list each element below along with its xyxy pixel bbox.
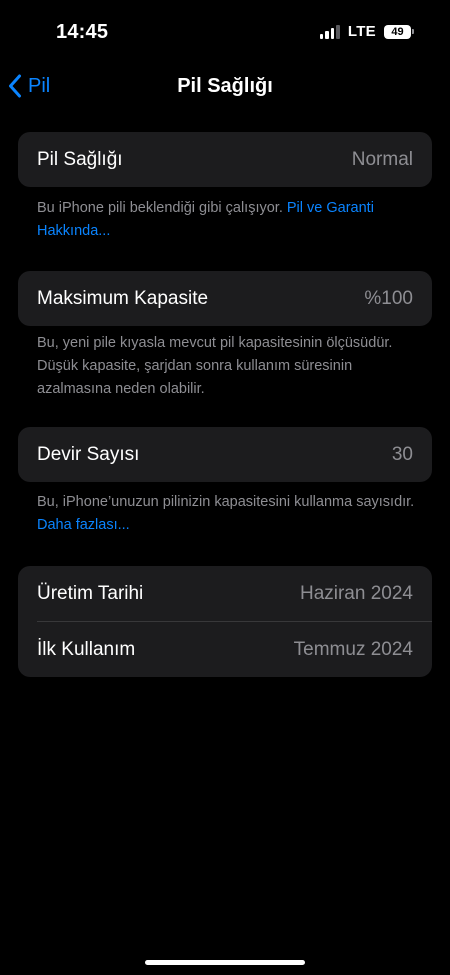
dates-card: Üretim Tarihi Haziran 2024 İlk Kullanım … xyxy=(18,566,432,677)
max-capacity-card: Maksimum Kapasite %100 xyxy=(18,271,432,326)
manufacture-date-label: Üretim Tarihi xyxy=(37,582,144,604)
cycle-count-row: Devir Sayısı 30 xyxy=(18,427,432,482)
home-indicator[interactable] xyxy=(145,960,305,965)
cycle-count-value: 30 xyxy=(391,443,413,465)
navigation-bar: Pil Pil Sağlığı xyxy=(0,62,450,112)
battery-health-card: Pil Sağlığı Normal xyxy=(18,132,432,187)
battery-level: 49 xyxy=(384,24,411,39)
cellular-signal-icon xyxy=(319,24,340,39)
status-time: 14:45 xyxy=(56,21,109,43)
cycle-count-footnote-text: Bu, iPhone’unuzun pilinizin kapasitesini… xyxy=(37,494,415,510)
cycle-count-footnote: Bu, iPhone’unuzun pilinizin kapasitesini… xyxy=(37,491,417,537)
network-type-label: LTE xyxy=(347,23,376,40)
cycle-count-card: Devir Sayısı 30 xyxy=(18,427,432,482)
battery-health-label: Pil Sağlığı xyxy=(37,148,123,170)
battery-health-value: Normal xyxy=(351,148,413,170)
cycle-count-label: Devir Sayısı xyxy=(37,443,140,465)
max-capacity-value: %100 xyxy=(364,287,413,309)
max-capacity-label: Maksimum Kapasite xyxy=(37,287,209,309)
manufacture-date-value: Haziran 2024 xyxy=(299,582,413,604)
page-title: Pil Sağlığı xyxy=(177,75,273,97)
max-capacity-row: Maksimum Kapasite %100 xyxy=(18,271,432,326)
manufacture-date-row: Üretim Tarihi Haziran 2024 xyxy=(18,566,432,621)
learn-more-link[interactable]: Daha fazlası... xyxy=(37,517,130,533)
battery-icon: 49 xyxy=(384,24,414,39)
battery-health-footnote-text: Bu iPhone pili beklendiği gibi çalışıyor… xyxy=(37,200,287,216)
status-bar: 14:45 LTE 49 xyxy=(0,0,450,62)
status-indicators: LTE 49 xyxy=(319,23,414,40)
first-use-label: İlk Kullanım xyxy=(37,638,136,660)
max-capacity-footnote: Bu, yeni pile kıyasla mevcut pil kapasit… xyxy=(37,335,393,397)
first-use-row: İlk Kullanım Temmuz 2024 xyxy=(18,622,432,677)
battery-health-row: Pil Sağlığı Normal xyxy=(18,132,432,187)
battery-health-footnote: Bu iPhone pili beklendiği gibi çalışıyor… xyxy=(37,197,417,243)
first-use-value: Temmuz 2024 xyxy=(293,638,413,660)
